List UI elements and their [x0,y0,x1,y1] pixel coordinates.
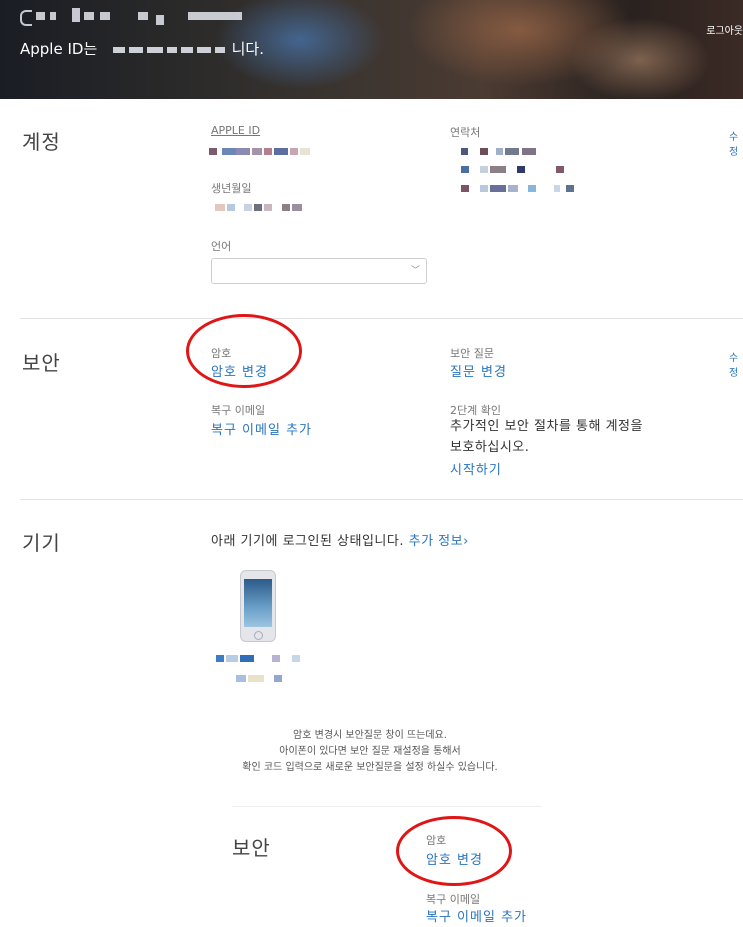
note-line-3: 확인 코드 입력으로 새로운 보안질문을 설정 하실수 있습니다. [242,762,498,773]
instruction-note: 암호 변경시 보안질문 창이 뜨는데요. 아이폰이 있다면 보안 질문 재설정을… [200,728,540,776]
devices-section-title: 기기 [22,531,61,555]
section-divider [20,318,743,319]
account-edit-button[interactable]: 수정 [729,128,743,158]
more-info-link[interactable]: 추가 정보 [409,534,463,549]
devices-intro-label: 아래 기기에 로그인된 상태입니다. [211,534,404,549]
note-line-1: 암호 변경시 보안질문 창이 뜨는데요. [293,730,447,741]
apple-id-line-suffix: 니다. [231,40,264,58]
security-section-title: 보안 [22,351,61,375]
zoom-rescue-email-label: 복구 이메일 [426,893,481,906]
account-section-title: 계정 [22,130,61,154]
account-header-banner: Apple ID는 니다. 로그아웃 [0,0,743,99]
two-step-description-line2: 보호하십시오. [450,440,530,455]
iphone-icon[interactable] [240,570,276,642]
zoom-divider [232,806,542,807]
language-select[interactable]: ﹀ [211,258,427,284]
change-questions-link[interactable]: 질문 변경 [450,361,507,380]
apple-id-line: Apple ID는 니다. [20,38,264,59]
language-label: 언어 [211,240,232,253]
zoom-security-section-title: 보안 [232,836,271,860]
security-edit-button[interactable]: 수정 [729,349,743,379]
two-step-description-line1: 추가적인 보안 절차를 통해 계정을 [450,419,643,434]
chevron-down-icon: ﹀ [410,266,420,276]
zoom-add-rescue-email-link[interactable]: 복구 이메일 추가 [426,906,527,925]
apple-id-line-prefix: Apple ID는 [20,40,98,58]
note-line-2: 아이폰이 있다면 보안 질문 재설정을 통해서 [279,746,461,757]
apple-id-label: APPLE ID [211,124,261,137]
section-divider [20,499,743,500]
rescue-email-label: 복구 이메일 [211,404,266,417]
get-started-link[interactable]: 시작하기 [450,459,502,478]
chevron-right-icon: › [463,534,469,549]
contact-label: 연락처 [450,126,481,139]
logout-button[interactable]: 로그아웃 [706,22,743,37]
birthdate-label: 생년월일 [211,182,252,195]
security-questions-label: 보안 질문 [450,347,494,360]
highlight-circle [396,816,512,886]
devices-intro-text: 아래 기기에 로그인된 상태입니다. 추가 정보› [211,531,469,552]
highlight-circle [186,314,302,388]
add-rescue-email-link[interactable]: 복구 이메일 추가 [211,419,312,438]
